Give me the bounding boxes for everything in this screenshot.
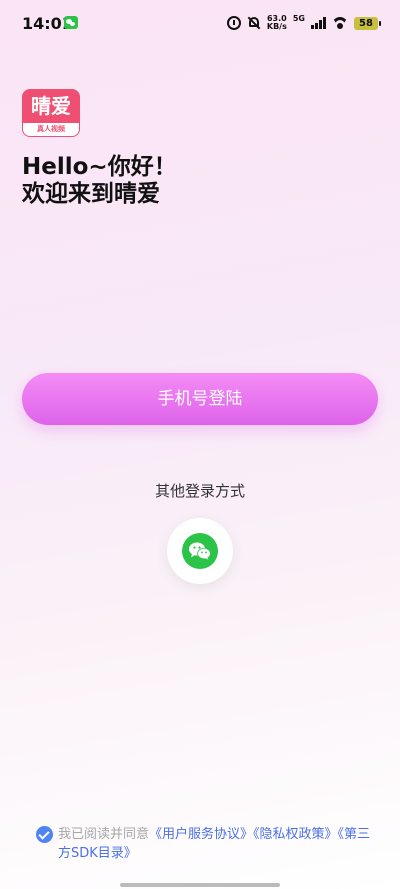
battery-icon: 58 [354,16,381,30]
wechat-icon [182,533,218,569]
user-agreement-link[interactable]: 《用户服务协议》 [149,827,253,842]
greeting-text: Hello~你好！ [22,154,177,180]
alarm-icon [226,16,241,30]
wechat-notification-icon [64,16,78,29]
app-logo-subtitle: 真人视频 [22,123,80,137]
welcome-text: 欢迎来到晴爱 [22,181,160,207]
privacy-policy-link[interactable]: 《隐私权政策》 [253,827,338,842]
mute-icon [247,16,261,30]
home-indicator[interactable] [120,883,280,887]
phone-login-button[interactable]: 手机号登陆 [22,373,378,425]
wifi-icon [332,17,348,29]
signal-icon [311,17,326,29]
app-logo-title: 晴爱 [22,89,80,123]
agreement: 我已阅读并同意《用户服务协议》《隐私权政策》《第三方SDK目录》 [36,825,376,863]
status-bar: 14:01 63.0 KB/s 5G 58 [0,0,400,44]
agreement-prefix: 我已阅读并同意 [58,827,150,842]
app-logo: 晴爱 真人视频 [22,89,80,137]
network-speed-unit: KB/s [266,22,287,31]
wechat-login-button[interactable] [167,518,233,584]
status-icons: 63.0 KB/s 5G 58 [226,12,381,34]
network-speed: 63.0 KB/s [267,15,287,31]
network-type: 5G [292,14,305,23]
other-login-label: 其他登录方式 [154,482,245,500]
agreement-text: 我已阅读并同意《用户服务协议》《隐私权政策》《第三方SDK目录》 [36,825,376,863]
agreement-checkbox[interactable] [36,826,53,843]
